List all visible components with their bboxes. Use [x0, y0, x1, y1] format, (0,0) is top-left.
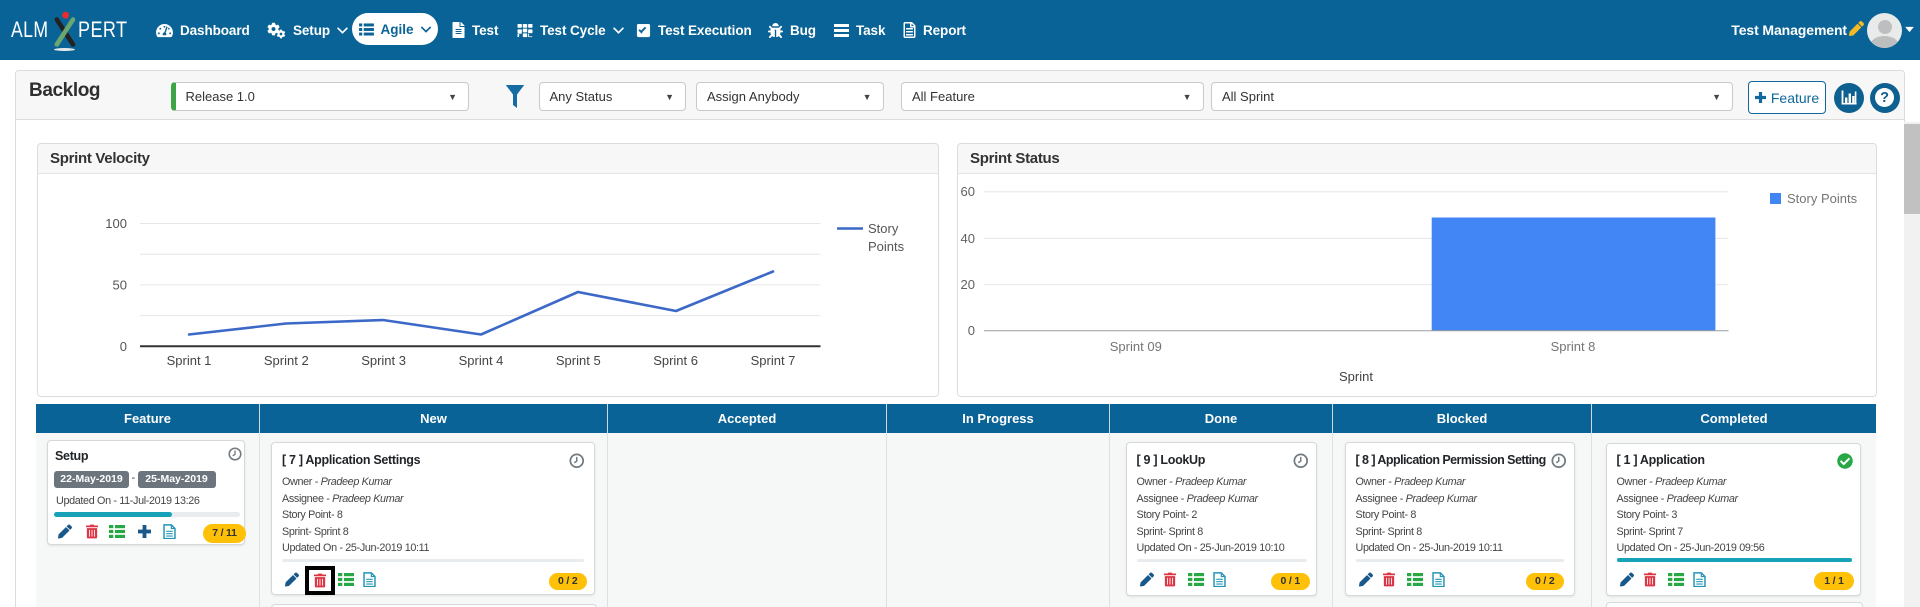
svg-text:Sprint 3: Sprint 3 — [361, 353, 406, 368]
svg-text:20: 20 — [961, 277, 975, 292]
svg-text:Story: Story — [868, 221, 899, 236]
svg-text:Sprint 4: Sprint 4 — [459, 353, 504, 368]
svg-text:40: 40 — [961, 230, 975, 245]
svg-text:0: 0 — [120, 338, 127, 353]
svg-text:Sprint 6: Sprint 6 — [653, 353, 698, 368]
svg-text:Sprint 1: Sprint 1 — [167, 353, 212, 368]
svg-text:Story Points: Story Points — [1787, 191, 1858, 206]
svg-text:Sprint 8: Sprint 8 — [1551, 339, 1596, 354]
svg-text:Sprint 2: Sprint 2 — [264, 353, 309, 368]
svg-text:Sprint 09: Sprint 09 — [1110, 339, 1162, 354]
svg-text:Sprint 5: Sprint 5 — [556, 353, 601, 368]
svg-text:0: 0 — [968, 323, 975, 338]
svg-text:100: 100 — [105, 216, 127, 231]
svg-text:60: 60 — [961, 184, 975, 199]
svg-text:50: 50 — [113, 277, 127, 292]
svg-text:Sprint: Sprint — [1339, 369, 1373, 384]
svg-text:Points: Points — [868, 239, 905, 254]
svg-text:Sprint 7: Sprint 7 — [751, 353, 796, 368]
